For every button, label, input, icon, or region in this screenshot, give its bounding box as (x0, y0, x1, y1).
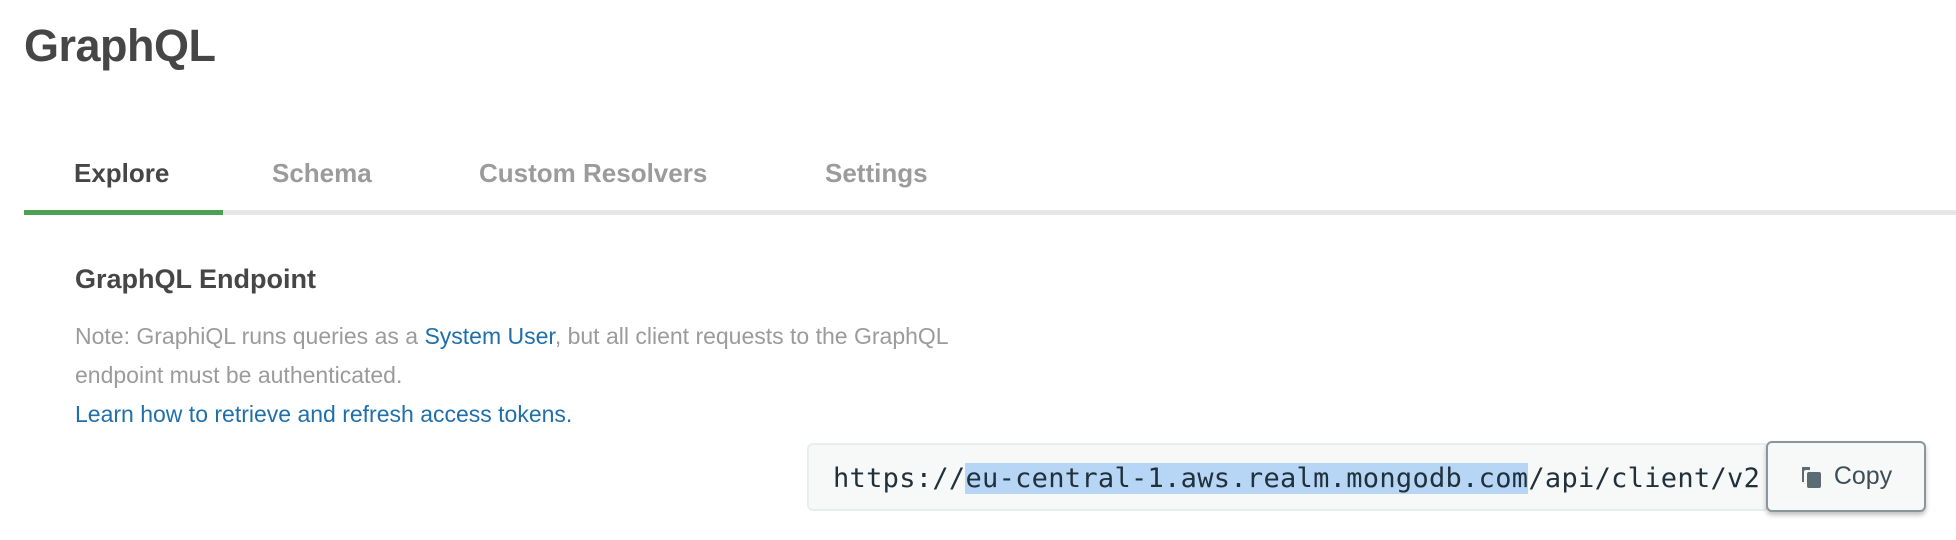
system-user-link[interactable]: System User (424, 323, 554, 349)
copy-icon (1800, 464, 1824, 490)
tab-settings[interactable]: Settings (825, 158, 928, 189)
tab-custom-resolvers[interactable]: Custom Resolvers (479, 158, 707, 189)
section-heading: GraphQL Endpoint (75, 264, 316, 294)
learn-access-tokens-link[interactable]: Learn how to retrieve and refresh access… (75, 395, 975, 434)
graphql-endpoint-section: GraphQL Endpoint Note: GraphiQL runs que… (75, 264, 975, 434)
page-title: GraphQL (24, 20, 216, 71)
tab-bar: Explore Schema Custom Resolvers Settings (24, 150, 1956, 215)
endpoint-url[interactable]: https://eu-central-1.aws.realm.mongodb.c… (833, 463, 1760, 494)
url-selected-text: eu-central-1.aws.realm.mongodb.com (965, 463, 1529, 494)
endpoint-url-field[interactable]: https://eu-central-1.aws.realm.mongodb.c… (807, 443, 1769, 511)
tab-schema[interactable]: Schema (272, 158, 372, 189)
copy-button[interactable]: Copy (1766, 441, 1926, 512)
copy-label: Copy (1833, 462, 1893, 490)
url-suffix: /api/client/v2 (1528, 463, 1761, 494)
note-text: Note: GraphiQL runs queries as a System … (75, 317, 975, 395)
active-tab-indicator (24, 210, 223, 215)
tab-explore[interactable]: Explore (74, 158, 169, 189)
url-prefix: https:// (833, 463, 966, 494)
note-prefix: Note: GraphiQL runs queries as a (75, 323, 425, 349)
